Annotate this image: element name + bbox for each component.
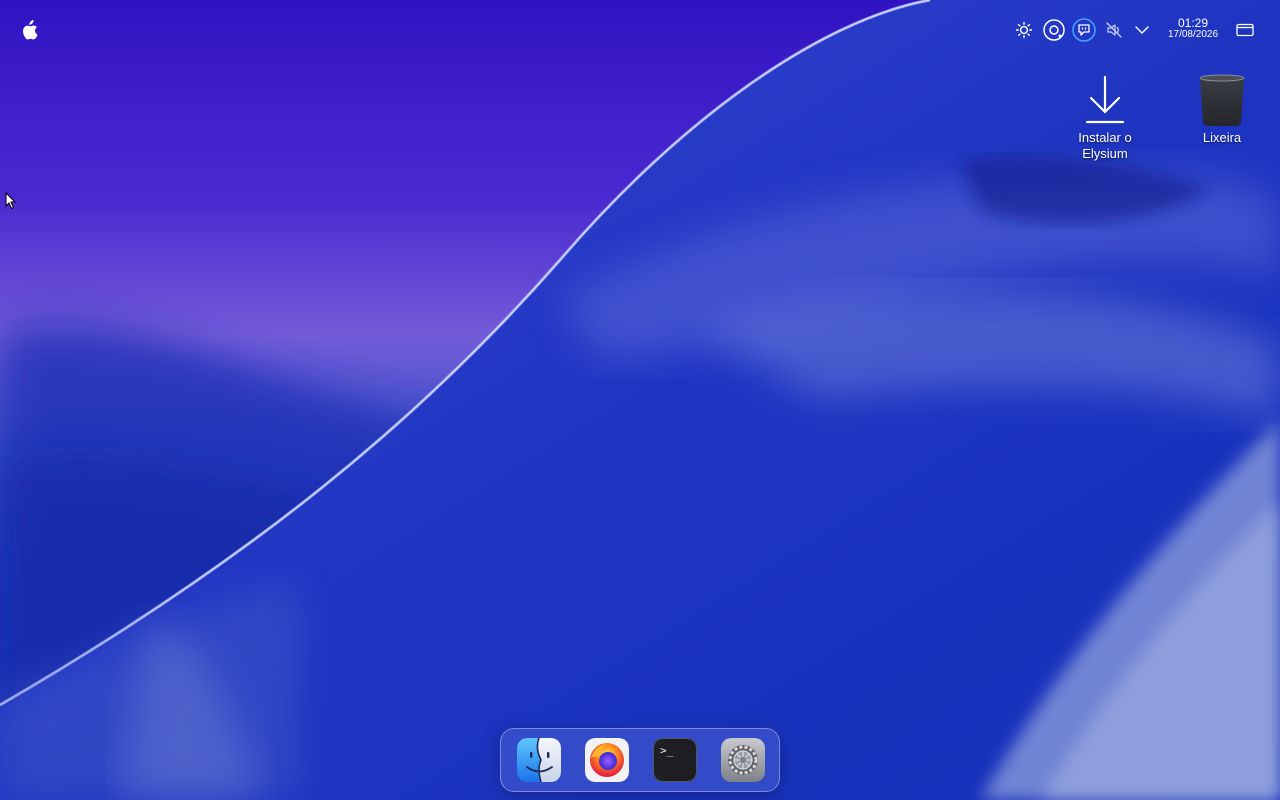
terminal-glyph: >_ [660,744,674,757]
chat-bubble-icon[interactable] [1071,17,1097,43]
dock-app-settings[interactable] [721,738,765,782]
brightness-icon[interactable] [1012,17,1036,43]
dock-app-firefox[interactable] [585,738,629,782]
mouse-cursor-icon [5,191,17,215]
dock-app-finder[interactable] [517,738,561,782]
dock: >_ [500,728,780,792]
download-arrow-icon [1066,74,1144,130]
dock-app-terminal[interactable]: >_ [653,738,697,782]
finder-icon [517,738,561,782]
desktop-icon-label: Lixeira [1202,130,1242,145]
clock-time: 01:29 [1177,16,1209,30]
chevron-down-icon[interactable] [1130,17,1154,43]
desktop-icon-install-elysium[interactable]: Instalar o Elysium [1066,74,1144,162]
menu-bar: 01:29 17/08/2026 [0,0,1280,60]
clock[interactable]: 01:29 17/08/2026 [1158,17,1228,40]
clock-date: 17/08/2026 [1167,29,1219,40]
desktop-icon-trash[interactable]: Lixeira [1188,72,1256,146]
trash-bin-icon [1188,72,1256,130]
desktop-icon-label: Instalar o Elysium [1078,130,1132,161]
screen-record-icon[interactable] [1041,17,1067,43]
terminal-icon: >_ [653,738,697,782]
firefox-icon [585,738,629,782]
volume-muted-icon[interactable] [1102,17,1126,43]
apple-logo-icon[interactable] [20,20,40,42]
settings-gear-icon [721,738,765,782]
show-desktop-icon[interactable] [1234,17,1256,43]
